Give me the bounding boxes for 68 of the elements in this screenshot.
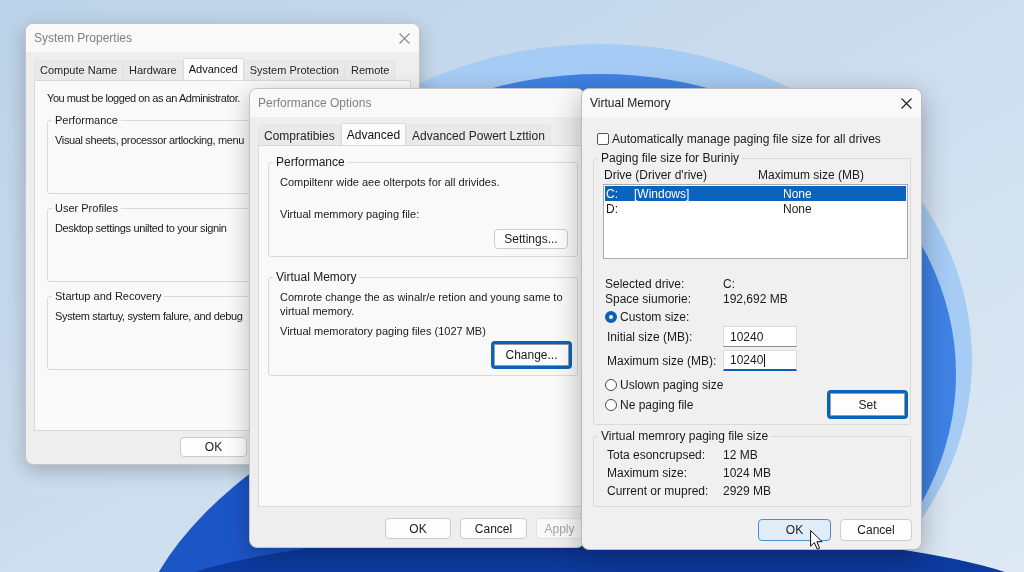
tab[interactable]: System Protection (243, 60, 345, 80)
info-label: Tota esoncrupsed: (607, 448, 707, 462)
list-row[interactable]: D: None (605, 201, 906, 216)
tab[interactable]: Advanced (182, 58, 244, 80)
description-text: Comrote change the as winalr/e retion and young same to virtual memory. (280, 290, 564, 318)
tab[interactable]: Compratibies (258, 125, 341, 145)
field-label: Maximum size (MB): (607, 353, 718, 368)
group-title: Virtual Memory (275, 270, 358, 284)
description-text: Desktop settings unilted to your signin (54, 221, 227, 235)
radio-label: Uslown paging size (620, 378, 724, 392)
info-value: 1024 MB (723, 466, 772, 480)
volume-label-cell: [Windows] (634, 186, 690, 201)
settings-button[interactable]: Settings... (494, 229, 568, 249)
group-title: Startup and Recovery (54, 289, 163, 303)
field-label: Initial size (MB): (607, 329, 694, 344)
ok-button[interactable]: OK (758, 519, 831, 541)
paging-file-label: Virtual memmory paging file: (280, 207, 421, 221)
info-label: Current or mupred: (607, 484, 710, 498)
tab[interactable]: Advanced (340, 123, 407, 145)
checkbox-label: Automatically manage paging file size for all drives (612, 132, 881, 146)
checkbox[interactable] (597, 133, 609, 145)
cancel-button[interactable]: Cancel (840, 519, 912, 541)
list-row[interactable]: C: [Windows] None (605, 186, 906, 201)
input-field[interactable]: 10240 (723, 350, 797, 371)
tab[interactable]: Remote (344, 60, 396, 80)
tab[interactable]: Compute Name (34, 60, 124, 80)
group-title: Paging file size for Buriniy (600, 151, 741, 165)
change-button[interactable]: Change... (491, 341, 572, 369)
radio-button[interactable] (605, 379, 617, 391)
notice-text: You must be logged on as an Administrator. (47, 91, 240, 105)
info-value: 12 MB (723, 448, 758, 462)
group-title: User Profiles (54, 201, 119, 215)
mouse-pointer-icon (810, 530, 823, 550)
text-caret-icon (764, 353, 766, 367)
size-cell: None (783, 201, 812, 216)
radio-button[interactable] (605, 399, 617, 411)
ok-button[interactable]: OK (180, 437, 247, 457)
window-title: Virtual Memory (590, 96, 671, 110)
drive-cell-text: C: (605, 186, 619, 201)
column-header: Maximum size (MB) (758, 168, 864, 182)
radio-button[interactable] (605, 311, 617, 323)
drive-cell-text: D: (605, 201, 619, 216)
info-label: Space siumorie: (605, 291, 693, 306)
description-text: Visual sheets, processor artlocking, menu (54, 133, 245, 147)
size-cell: None (783, 186, 812, 201)
ok-button[interactable]: OK (385, 518, 451, 539)
window-title: Performance Options (258, 96, 372, 110)
cancel-button[interactable]: Cancel (460, 518, 527, 539)
description-text: Compiltenr wide aee olterpots for all drivides. (280, 175, 501, 189)
info-value: 192,692 MB (723, 291, 788, 306)
group-title: Virtual memrory paging file size (600, 429, 770, 443)
close-icon[interactable] (901, 97, 912, 109)
info-value: C: (723, 276, 735, 291)
set-button[interactable]: Set (827, 390, 908, 419)
tab[interactable]: Hardware (123, 60, 183, 80)
paging-total-text: Virtual memoratory paging files (1027 MB) (280, 324, 487, 338)
radio-label: Custom size: (620, 310, 690, 324)
description-text: System startuy, system falure, and debug (54, 309, 243, 323)
group-title: Performance (54, 113, 119, 127)
info-value: 2929 MB (723, 484, 772, 498)
input-field[interactable]: 10240 (723, 326, 797, 347)
tab[interactable]: Advanced Powert Lzttion (406, 125, 551, 145)
info-label: Selected drive: (605, 276, 686, 291)
info-label: Maximum size: (607, 466, 688, 480)
window-title: System Properties (34, 31, 133, 45)
group-title: Performance (275, 155, 346, 169)
column-header: Drive (Driver d'rive) (604, 168, 708, 182)
radio-label: Ne paging file (620, 398, 694, 412)
